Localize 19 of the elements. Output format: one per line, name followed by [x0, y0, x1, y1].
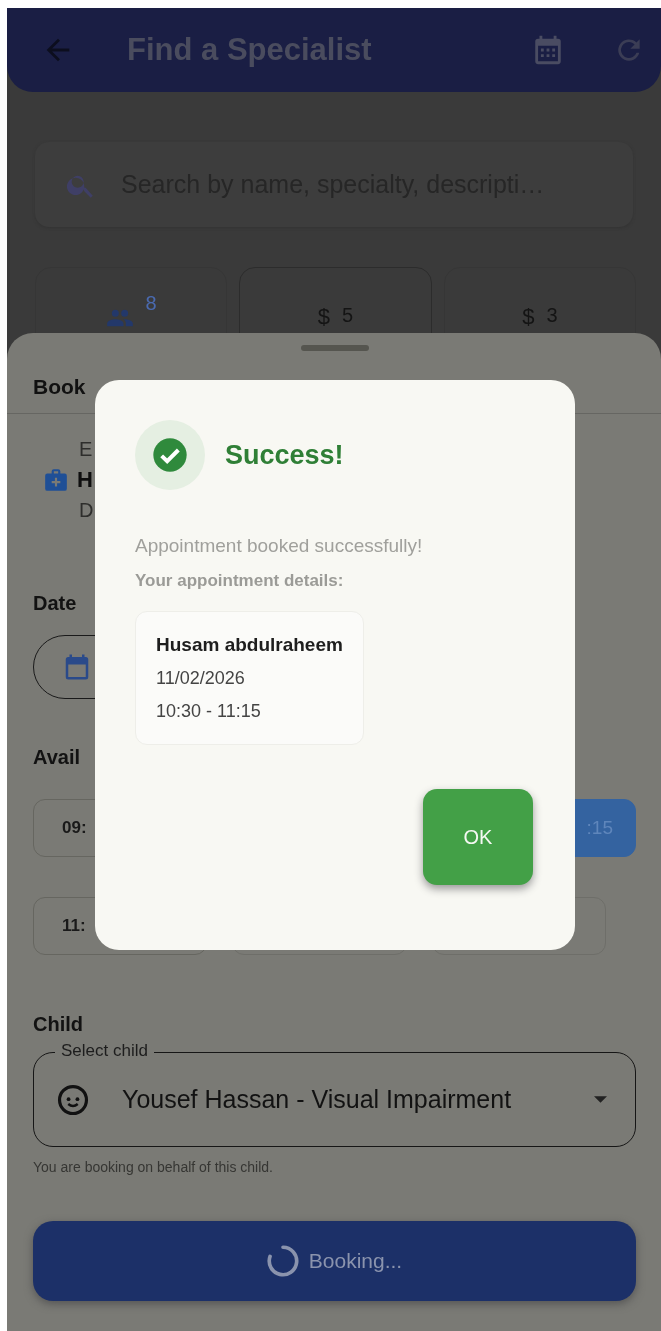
- stat-value: 8: [145, 292, 157, 315]
- specialist-label: E: [79, 438, 93, 461]
- specialist-detail: D: [79, 499, 94, 522]
- sheet-title: Book: [33, 375, 87, 399]
- specialist-name: Husam abdulraheem: [156, 634, 343, 656]
- child-label: Child: [33, 1013, 83, 1036]
- dollar-sign: $: [522, 304, 535, 330]
- appointment-date: 11/02/2026: [156, 668, 246, 689]
- dialog-title: Success!: [225, 439, 344, 471]
- ok-button[interactable]: OK: [423, 789, 533, 885]
- specialist-name: H: [77, 467, 93, 493]
- helper-text: You are booking on behalf of this child.: [33, 1159, 274, 1175]
- details-heading: Your appointment details:: [135, 571, 345, 591]
- appointment-time: 10:30 - 11:15: [156, 701, 262, 722]
- dialog-message: Appointment booked successfully!: [135, 535, 424, 557]
- date-label: Date: [33, 592, 77, 615]
- dollar-sign: $: [317, 304, 331, 330]
- slots-label: Avail: [33, 746, 81, 769]
- booking-button[interactable]: Booking...: [33, 1221, 636, 1301]
